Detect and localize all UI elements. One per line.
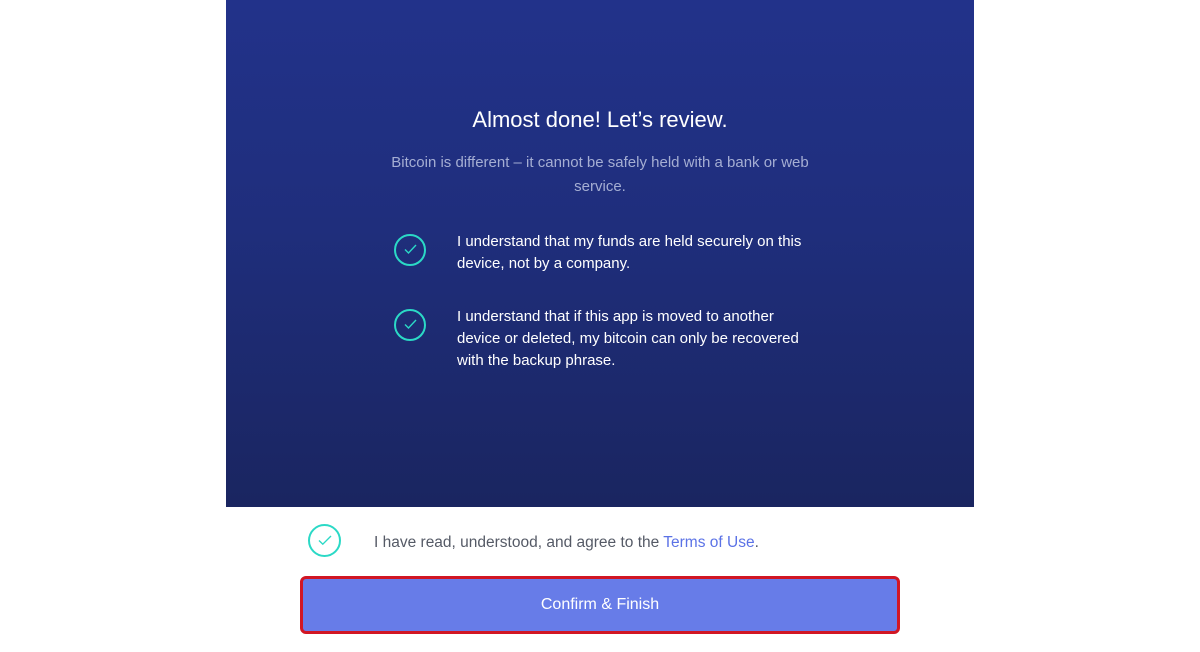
terms-agreement-text: I have read, understood, and agree to th…	[374, 533, 759, 553]
terms-agreement-row[interactable]: I have read, understood, and agree to th…	[308, 524, 908, 558]
terms-of-use-link[interactable]: Terms of Use	[663, 534, 754, 551]
onboarding-review-page: Almost done! Let’s review. Bitcoin is di…	[0, 0, 1200, 652]
page-title: Almost done! Let’s review.	[472, 107, 728, 132]
terms-suffix: .	[754, 534, 759, 551]
page-subtitle: Bitcoin is different – it cannot be safe…	[391, 154, 809, 195]
review-panel: Almost done! Let’s review. Bitcoin is di…	[226, 0, 974, 507]
check-circle-icon[interactable]	[394, 234, 426, 266]
acknowledgement-text: I understand that my funds are held secu…	[457, 233, 802, 272]
check-circle-icon[interactable]	[308, 524, 341, 557]
acknowledgement-text: I understand that if this app is moved t…	[457, 308, 799, 369]
terms-prefix: I have read, understood, and agree to th…	[374, 534, 664, 551]
confirm-finish-button[interactable]: Confirm & Finish	[300, 576, 900, 634]
check-circle-icon[interactable]	[394, 309, 426, 341]
